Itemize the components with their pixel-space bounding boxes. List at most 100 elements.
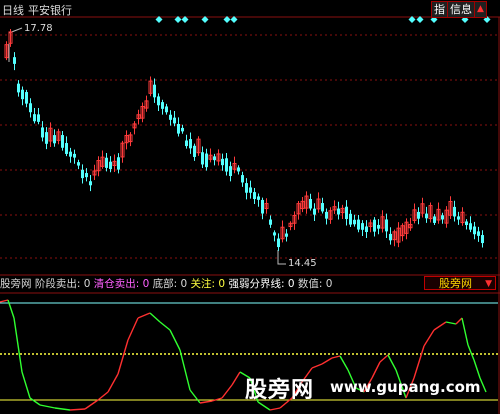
period-label[interactable]: 日线 [2,2,24,18]
indicator-button[interactable]: 指 [431,1,448,18]
candle-body-down [225,158,228,172]
candle-body-down [345,206,348,220]
candle-body-down [69,151,72,157]
indicator-item: 股旁网 [0,278,32,290]
arrow-down-icon[interactable]: ▼ [485,277,492,291]
oscillator-segment [54,407,71,411]
oscillator-segment [159,321,171,331]
candle-body-down [261,199,264,214]
indicator-item: 底部: 0 [149,278,188,290]
candle-body-down [29,103,32,113]
candle-body-down [425,213,428,219]
candle-body-down [373,219,376,232]
candle-body-down [253,192,256,200]
oscillator-segment [311,363,323,369]
indicator-selector[interactable]: 股旁网 ▼ [424,276,496,290]
candle-body-down [309,198,312,209]
candle-body-down [161,102,164,109]
candle-body-down [17,83,20,93]
watermark-text: 股旁网 [245,378,315,403]
candle-body-down [277,238,280,248]
candle-body-down [13,57,16,64]
indicator-item: 阶段卖出: 0 [31,278,91,290]
candle-body-down [201,152,204,165]
candle-body-down [353,219,356,225]
oscillator-segment [423,329,435,347]
oscillator-segment [379,354,389,363]
oscillator-segment [69,408,86,411]
oscillator-segment [467,344,475,361]
oscillator-segment [169,329,181,351]
oscillator-segment [331,355,341,359]
oscillator-segment [339,355,349,371]
candle-body-down [109,161,112,170]
oscillator-segment [473,359,481,379]
candle-body-down [177,124,180,134]
oscillator-segment [321,357,333,365]
candle-body-down [89,181,92,186]
indicator-item: 清仓卖出: 0 [90,278,150,290]
candle-body-down [41,127,44,138]
candle-body-down [357,219,360,230]
candle-body-down [249,187,252,193]
oscillator-segment [84,399,99,410]
candle-body-down [65,143,68,154]
candle-body-down [229,166,232,177]
candle-body-down [73,153,76,158]
oscillator-segment [29,397,41,406]
arrow-up-icon[interactable]: ▲ [474,1,487,18]
oscillator-segment [199,400,213,404]
indicator-selector-label: 股旁网 [439,277,472,290]
oscillator-segment [371,361,381,379]
candle-body-down [433,216,436,223]
oscillator-segment [269,407,281,411]
indicator-item: 关注: 0 [187,278,226,290]
low-marker-line [277,250,286,265]
candle-body-down [193,145,196,157]
candle-body-down [181,127,184,132]
oscillator-segment [117,339,129,375]
stock-name: 平安银行 [28,4,72,17]
candle-body-down [325,211,328,219]
candle-body-down [389,233,392,241]
candle-body-down [25,92,28,104]
candlestick-chart[interactable] [0,0,500,414]
low-price-label: 14.45 [288,258,317,269]
candle-body-down [45,132,48,144]
candle-body-down [213,156,216,161]
candle-body-down [85,173,88,178]
oscillator-segment [461,317,469,346]
candle-body-down [273,232,276,236]
candle-body-down [361,223,364,230]
candle-body-down [477,231,480,236]
oscillator-segment [0,299,9,303]
candle-body-down [385,219,388,232]
oscillator-segment [149,312,161,323]
oscillator-segment [13,317,23,373]
candle-body-down [173,117,176,124]
stock-chart-window[interactable]: 日线 平安银行 指 信息 ▲ 17.78 14.45 股旁网 阶段卖出: 0 清… [0,0,500,414]
info-button[interactable]: 信息 [447,1,475,18]
candle-body-down [53,135,56,144]
candle-body-down [241,175,244,183]
candle-body-down [481,235,484,244]
candle-body-down [117,157,120,170]
candle-body-down [81,169,84,179]
candle-body-down [349,213,352,225]
oscillator-segment [387,354,397,371]
oscillator-segment [413,345,425,379]
oscillator-segment [455,317,463,325]
candle-body-down [469,223,472,230]
oscillator-segment [21,371,31,399]
candle-body-down [441,215,444,220]
candle-body-down [153,84,156,98]
high-price-label: 17.78 [24,23,53,34]
candle-body-down [257,196,260,200]
candle-body-down [245,183,248,193]
candle-body-down [377,224,380,229]
oscillator-segment [39,404,56,409]
candle-body-down [465,221,468,226]
oscillator-segment [107,373,119,393]
oscillator-segment [127,317,139,341]
oscillator-segment [445,321,457,325]
